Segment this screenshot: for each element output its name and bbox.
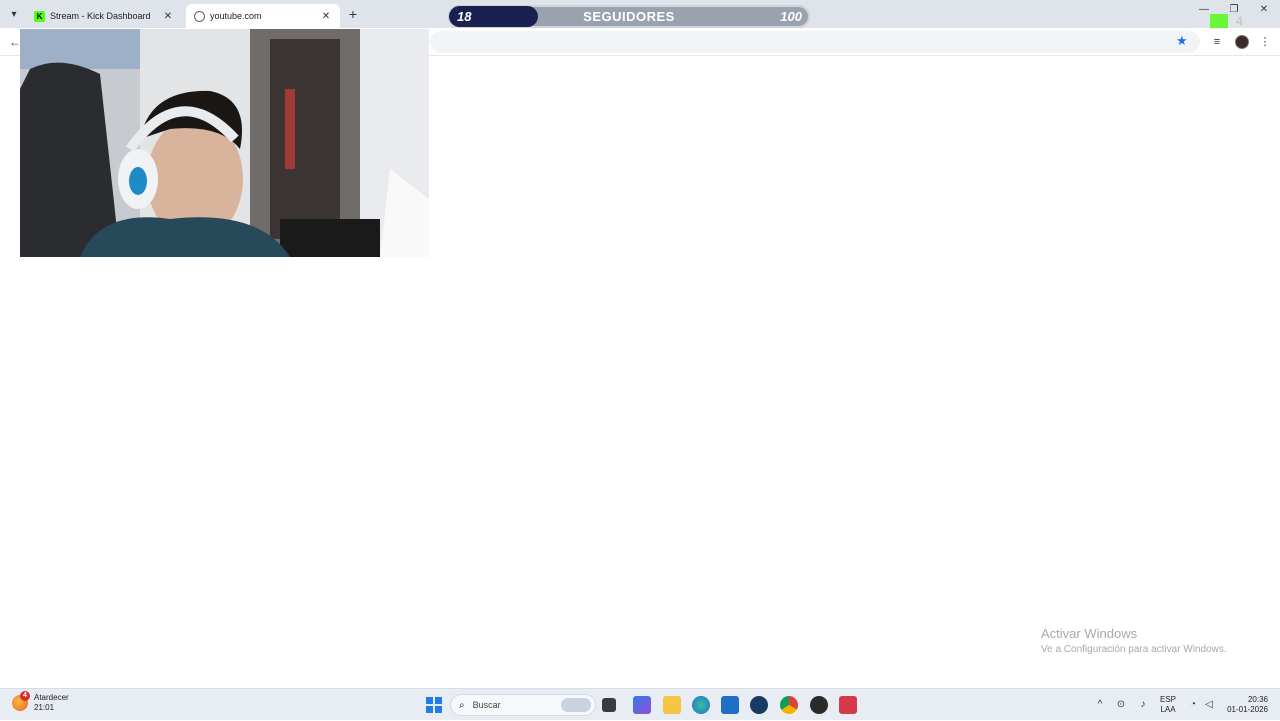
edge-browser-icon[interactable]	[692, 696, 710, 714]
media-controls-icon[interactable]: ≡	[1209, 34, 1225, 50]
webcam-overlay	[20, 29, 429, 257]
language-top: ESP	[1160, 695, 1177, 704]
search-icon: ⌕	[459, 699, 465, 711]
language-indicator[interactable]: ESP LAA	[1160, 689, 1176, 721]
clock-date: 01-01-2026	[1227, 705, 1268, 714]
search-highlight-icon	[561, 698, 591, 712]
microphone-icon[interactable]: ♪	[1136, 698, 1150, 712]
vivaldi-app-icon[interactable]	[839, 696, 857, 714]
start-button[interactable]	[426, 697, 442, 713]
tab-search-chevron-icon[interactable]: ▾	[4, 4, 24, 24]
wifi-icon[interactable]: ◔	[1186, 698, 1200, 712]
overlay-mini-count: 4	[1236, 14, 1243, 28]
chrome-icon[interactable]	[780, 696, 798, 714]
activation-subtitle: Ve a Configuración para activar Windows.	[1041, 644, 1227, 655]
file-explorer-icon[interactable]	[663, 696, 681, 714]
task-view-icon[interactable]	[602, 698, 616, 712]
clock-time: 20:36	[1247, 695, 1268, 704]
tray-app-icon[interactable]: ⊙	[1114, 698, 1128, 712]
followers-label: SEGUIDORES	[583, 9, 675, 24]
new-tab-button[interactable]: +	[344, 5, 362, 23]
profile-avatar[interactable]	[1235, 35, 1249, 49]
volume-icon[interactable]: ◁	[1202, 698, 1216, 712]
taskbar: 4 Atardecer 21:01 ⌕ Buscar ^ ⊙ ♪ ESP LAA…	[0, 688, 1280, 720]
windows-activation-watermark: Activar Windows Ve a Configuración para …	[1041, 626, 1227, 655]
tray-overflow-chevron-icon[interactable]: ^	[1093, 698, 1107, 712]
kick-icon: K	[34, 10, 45, 22]
tab-youtube[interactable]: youtube.com ✕	[186, 4, 340, 28]
tab-title: youtube.com	[210, 11, 262, 21]
search-placeholder: Buscar	[472, 700, 501, 710]
tab-kick-dashboard[interactable]: K Stream - Kick Dashboard ✕	[26, 4, 182, 28]
globe-icon	[194, 10, 205, 22]
address-bar[interactable]	[430, 31, 1200, 53]
activation-title: Activar Windows	[1041, 626, 1138, 641]
close-window-icon[interactable]: ✕	[1256, 4, 1272, 15]
browser-window: ▾ K Stream - Kick Dashboard ✕ youtube.co…	[0, 0, 1280, 688]
clock[interactable]: 20:36 01-01-2026	[1226, 689, 1268, 721]
tab-title: Stream - Kick Dashboard	[50, 11, 151, 21]
followers-current: 18	[457, 9, 472, 24]
more-menu-icon[interactable]: ⋮	[1257, 34, 1273, 50]
notification-badge: 4	[20, 691, 30, 701]
weather-widget[interactable]: 4 Atardecer 21:01	[12, 691, 69, 713]
weather-time: 21:01	[34, 703, 55, 712]
obs-app-icon[interactable]	[810, 696, 828, 714]
weather-icon: 4	[12, 691, 30, 711]
tab-strip: ▾ K Stream - Kick Dashboard ✕ youtube.co…	[0, 0, 1280, 32]
followers-goal-bar: SEGUIDORES 18 100	[448, 5, 810, 28]
language-bottom: LAA	[1160, 705, 1176, 714]
close-tab-icon[interactable]: ✕	[320, 11, 332, 22]
weather-label: Atardecer	[34, 693, 69, 702]
widgets-app-icon[interactable]	[633, 696, 651, 714]
bookmark-star-icon[interactable]: ★	[1176, 33, 1188, 49]
webcam-feed-image	[20, 29, 429, 257]
close-tab-icon[interactable]: ✕	[162, 11, 174, 22]
steam-icon[interactable]	[750, 696, 768, 714]
store-icon[interactable]	[721, 696, 739, 714]
taskbar-search[interactable]: ⌕ Buscar	[450, 694, 596, 716]
followers-goal: 100	[780, 9, 802, 24]
